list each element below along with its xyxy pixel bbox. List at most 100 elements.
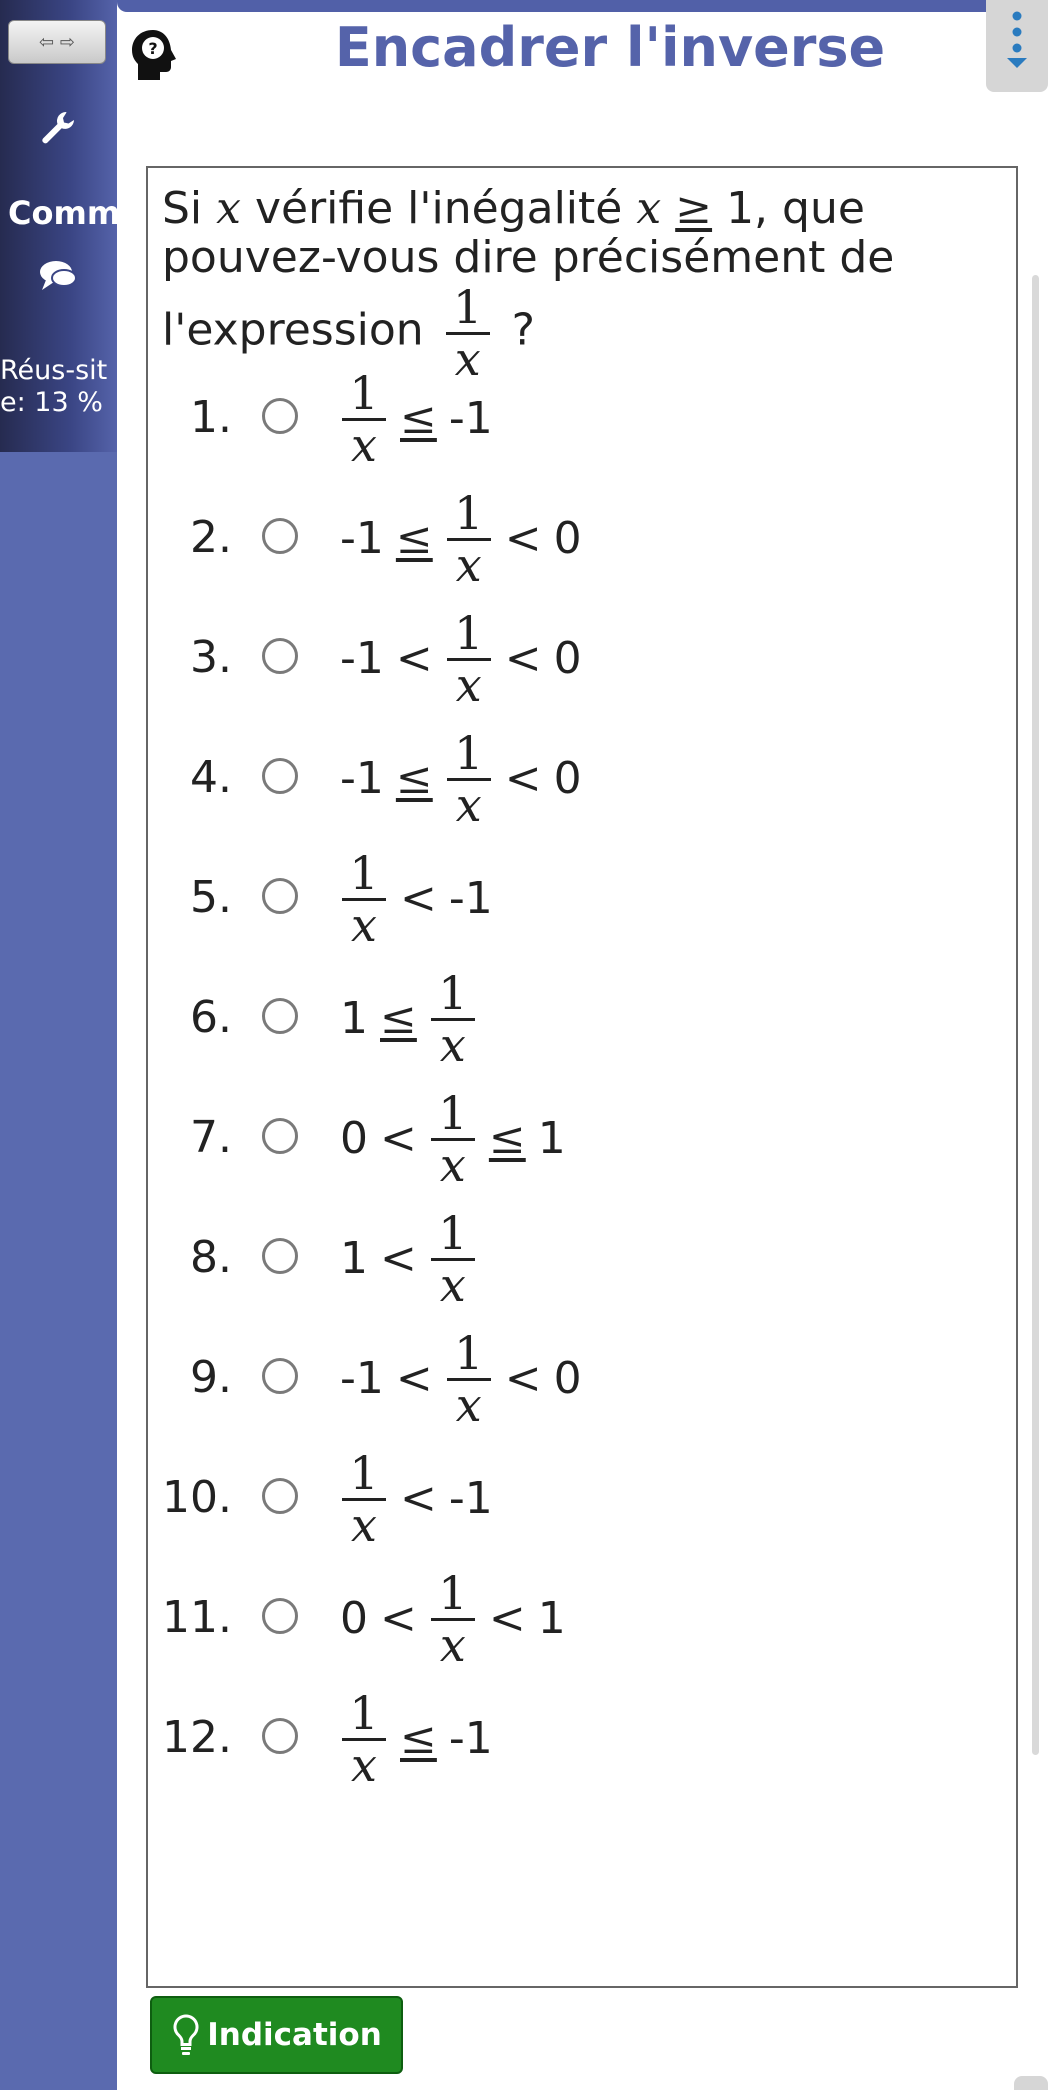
choice-number: 6. — [190, 992, 232, 1043]
choice-number: 2. — [190, 512, 232, 563]
choice-left-operator: ≤ — [380, 992, 417, 1044]
fraction-numerator: 1 — [349, 845, 379, 900]
scrollbar[interactable] — [1032, 275, 1039, 1755]
choice-right-bound: -1 — [448, 1472, 493, 1524]
choice-fraction: 1x — [342, 1688, 386, 1789]
choice-right-operator: < — [504, 752, 542, 804]
fraction-numerator: 1 — [454, 725, 484, 780]
choice-item[interactable]: 7. 0 <1 x ≤1 — [148, 1083, 1008, 1193]
fraction-numerator: 1 — [349, 365, 379, 420]
choice-radio[interactable] — [262, 758, 298, 794]
choice-left-bound: -1 — [340, 752, 384, 804]
choice-right-bound: -1 — [448, 1712, 493, 1764]
choice-fraction: 1x — [342, 368, 386, 469]
page-title: Encadrer l'inverse — [334, 16, 886, 79]
help-head-icon[interactable]: ? — [128, 28, 178, 82]
kebab-menu-icon — [1007, 11, 1027, 68]
choice-left-bound: 1 — [340, 992, 368, 1044]
choice-radio[interactable] — [262, 1598, 298, 1634]
fraction-denominator: x — [351, 897, 377, 952]
hint-button[interactable]: Indication — [150, 1996, 403, 2074]
choice-right-bound: -1 — [448, 392, 493, 444]
choice-item[interactable]: 9. -1 <1 x <0 — [148, 1323, 1008, 1433]
choice-expression: 1 x ≤ -1 — [334, 363, 499, 473]
choice-expression: 0 <1 x ≤1 — [334, 1083, 572, 1193]
choice-radio[interactable] — [262, 998, 298, 1034]
fraction-denominator: x — [455, 537, 482, 592]
choice-fraction: 1x — [342, 848, 386, 949]
choice-expression: -1 ≤1 x <0 — [334, 483, 588, 593]
choice-expression: 1 <1 x — [334, 1203, 483, 1313]
choice-left-bound: -1 — [340, 632, 384, 684]
choice-left-bound: 0 — [340, 1112, 368, 1164]
choice-left-bound: -1 — [340, 1352, 384, 1404]
choice-left-operator: ≤ — [395, 512, 433, 564]
choice-radio[interactable] — [262, 1118, 298, 1154]
fraction-numerator: 1 — [438, 1565, 468, 1620]
prompt-text: vérifie l'inégalité — [254, 183, 623, 234]
fraction-numerator: 1 — [349, 1445, 379, 1500]
choice-radio[interactable] — [262, 398, 298, 434]
choice-right-bound: 0 — [553, 1352, 582, 1404]
choice-left-operator: < — [395, 1352, 433, 1404]
choice-item[interactable]: 8. 1 <1 x — [148, 1203, 1008, 1313]
choice-radio[interactable] — [262, 1718, 298, 1754]
scroll-to-bottom-button[interactable] — [1014, 2076, 1048, 2090]
choice-radio[interactable] — [262, 1478, 298, 1514]
choice-left-bound: 0 — [340, 1592, 368, 1644]
choice-right-operator: ≤ — [400, 1712, 437, 1764]
choice-number: 1. — [190, 392, 232, 443]
choice-number: 8. — [190, 1232, 232, 1283]
choice-left-bound: -1 — [340, 512, 384, 564]
choice-right-bound: 1 — [537, 1112, 566, 1164]
question-box: Si x vérifie l'inégalité x ≥ 1, que pouv… — [146, 166, 1018, 1988]
prompt-variable: x — [216, 183, 241, 234]
choice-item[interactable]: 12. 1 x ≤ -1 — [148, 1683, 1008, 1793]
choice-left-bound: 1 — [340, 1232, 368, 1284]
choice-left-operator: < — [380, 1112, 417, 1164]
choice-fraction: 1x — [430, 965, 475, 1069]
choice-item[interactable]: 5. 1 x < -1 — [148, 843, 1008, 953]
choice-item[interactable]: 3. -1 <1 x <0 — [148, 603, 1008, 713]
choice-fraction: 1x — [446, 1328, 491, 1429]
choice-radio[interactable] — [262, 1238, 298, 1274]
choice-item[interactable]: 1. 1 x ≤ -1 — [148, 363, 1008, 473]
choice-right-bound: -1 — [448, 872, 493, 924]
choice-fraction: 1x — [342, 1448, 386, 1549]
choice-right-bound: 0 — [553, 752, 582, 804]
choice-item[interactable]: 2. -1 ≤1 x <0 — [148, 483, 1008, 593]
choice-left-operator: ≤ — [395, 752, 433, 804]
choice-item[interactable]: 11. 0 <1 x <1 — [148, 1563, 1008, 1673]
choice-item[interactable]: 6. 1 ≤1 x — [148, 963, 1008, 1073]
fraction-numerator: 1 — [438, 965, 468, 1020]
chat-icon[interactable] — [38, 258, 78, 294]
fraction-denominator: x — [351, 417, 377, 472]
fraction-denominator: x — [351, 1497, 377, 1552]
choice-right-operator: < — [400, 1472, 437, 1524]
choice-item[interactable]: 10. 1 x < -1 — [148, 1443, 1008, 1553]
choice-right-bound: 0 — [553, 512, 582, 564]
choice-item[interactable]: 4. -1 ≤1 x <0 — [148, 723, 1008, 833]
success-score: Réus-site: 13 % — [0, 355, 108, 418]
choice-fraction: 1x — [430, 1088, 475, 1189]
choice-radio[interactable] — [262, 1358, 298, 1394]
fraction-denominator: x — [455, 777, 482, 832]
menu-button[interactable] — [986, 0, 1048, 92]
prompt-relation: ≥ — [675, 183, 713, 234]
choice-left-operator: < — [380, 1232, 417, 1284]
choice-number: 4. — [190, 752, 232, 803]
comments-label[interactable]: Comm — [8, 194, 117, 232]
fraction-denominator: x — [351, 1737, 377, 1792]
choice-number: 11. — [162, 1592, 232, 1643]
choice-fraction: 1x — [446, 488, 491, 592]
navigation-arrows-button[interactable]: ⇦ ⇨ — [8, 20, 106, 64]
choice-number: 7. — [190, 1112, 232, 1163]
choice-radio[interactable] — [262, 638, 298, 674]
fraction-denominator: x — [439, 1617, 466, 1672]
choice-radio[interactable] — [262, 878, 298, 914]
choice-radio[interactable] — [262, 518, 298, 554]
wrench-icon[interactable] — [38, 108, 78, 148]
choice-expression: -1 <1 x <0 — [334, 603, 588, 713]
choice-number: 12. — [162, 1712, 232, 1763]
prompt-variable: x — [636, 183, 662, 234]
